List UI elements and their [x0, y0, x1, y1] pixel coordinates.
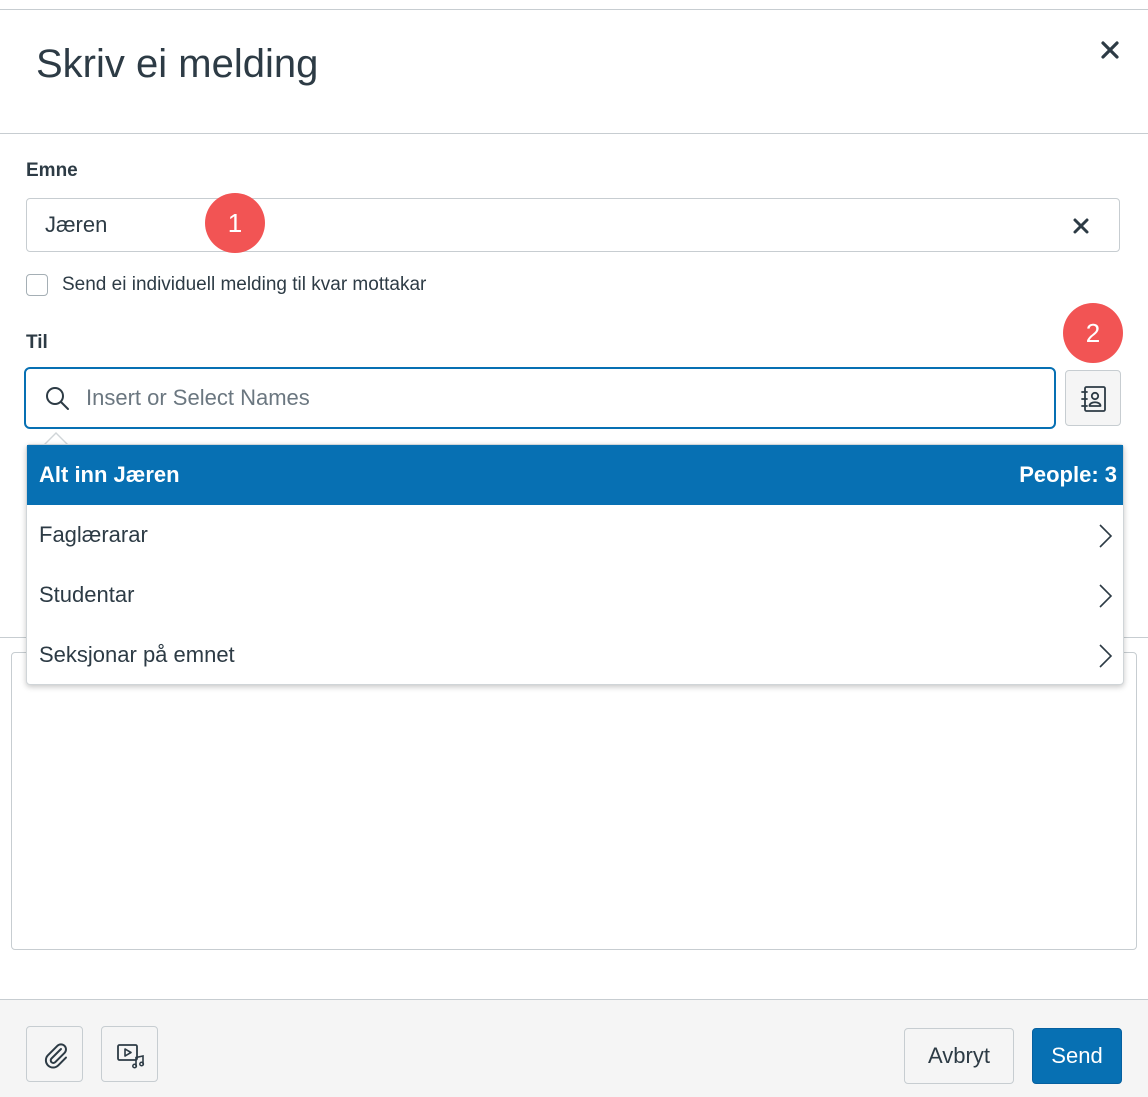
dropdown-item-all-course[interactable]: Alt inn Jæren People: 3 — [27, 445, 1123, 505]
cancel-button[interactable]: Avbryt — [904, 1028, 1014, 1084]
subject-input[interactable] — [45, 199, 1005, 251]
chevron-right-icon — [1099, 644, 1113, 668]
dropdown-item-label: Seksjonar på emnet — [39, 642, 235, 667]
subject-clear-button[interactable] — [1069, 214, 1093, 238]
dropdown-item-teachers[interactable]: Faglærarar — [27, 505, 1123, 565]
search-icon — [46, 387, 69, 410]
address-book-icon — [1081, 386, 1106, 412]
top-divider — [0, 9, 1148, 10]
to-label: Til — [26, 332, 48, 353]
close-dialog-button[interactable] — [1094, 34, 1126, 66]
message-body-textarea[interactable] — [11, 652, 1137, 950]
close-icon — [1073, 218, 1089, 234]
subject-field[interactable] — [26, 198, 1120, 252]
send-button[interactable]: Send — [1032, 1028, 1122, 1084]
to-field[interactable] — [24, 367, 1056, 429]
individual-message-label: Send ei individuell melding til kvar mot… — [62, 274, 427, 295]
header-divider — [0, 133, 1148, 134]
dropdown-item-label: Studentar — [39, 582, 135, 607]
record-media-button[interactable] — [101, 1026, 158, 1082]
annotation-badge-1: 1 — [205, 193, 265, 253]
chevron-right-icon — [1099, 524, 1113, 548]
individual-message-checkbox[interactable] — [26, 274, 48, 296]
address-book-button[interactable] — [1065, 370, 1121, 426]
recipient-search-input[interactable] — [86, 369, 1036, 427]
people-count: People: 3 — [1019, 462, 1117, 487]
dropdown-item-label: Faglærarar — [39, 522, 148, 547]
individual-message-row[interactable]: Send ei individuell melding til kvar mot… — [26, 272, 426, 298]
annotation-badge-2: 2 — [1063, 303, 1123, 363]
dialog-title: Skriv ei melding — [36, 42, 319, 86]
dropdown-item-label: Alt inn Jæren — [39, 462, 180, 487]
subject-label: Emne — [26, 160, 78, 181]
recipients-dropdown: Alt inn Jæren People: 3 Faglærarar Stude… — [26, 444, 1124, 685]
chevron-right-icon — [1099, 584, 1113, 608]
dropdown-item-sections[interactable]: Seksjonar på emnet — [27, 625, 1123, 685]
media-icon — [117, 1044, 145, 1069]
dropdown-item-students[interactable]: Studentar — [27, 565, 1123, 625]
attach-file-button[interactable] — [26, 1026, 83, 1082]
paperclip-icon — [44, 1043, 67, 1069]
close-icon — [1101, 41, 1119, 59]
